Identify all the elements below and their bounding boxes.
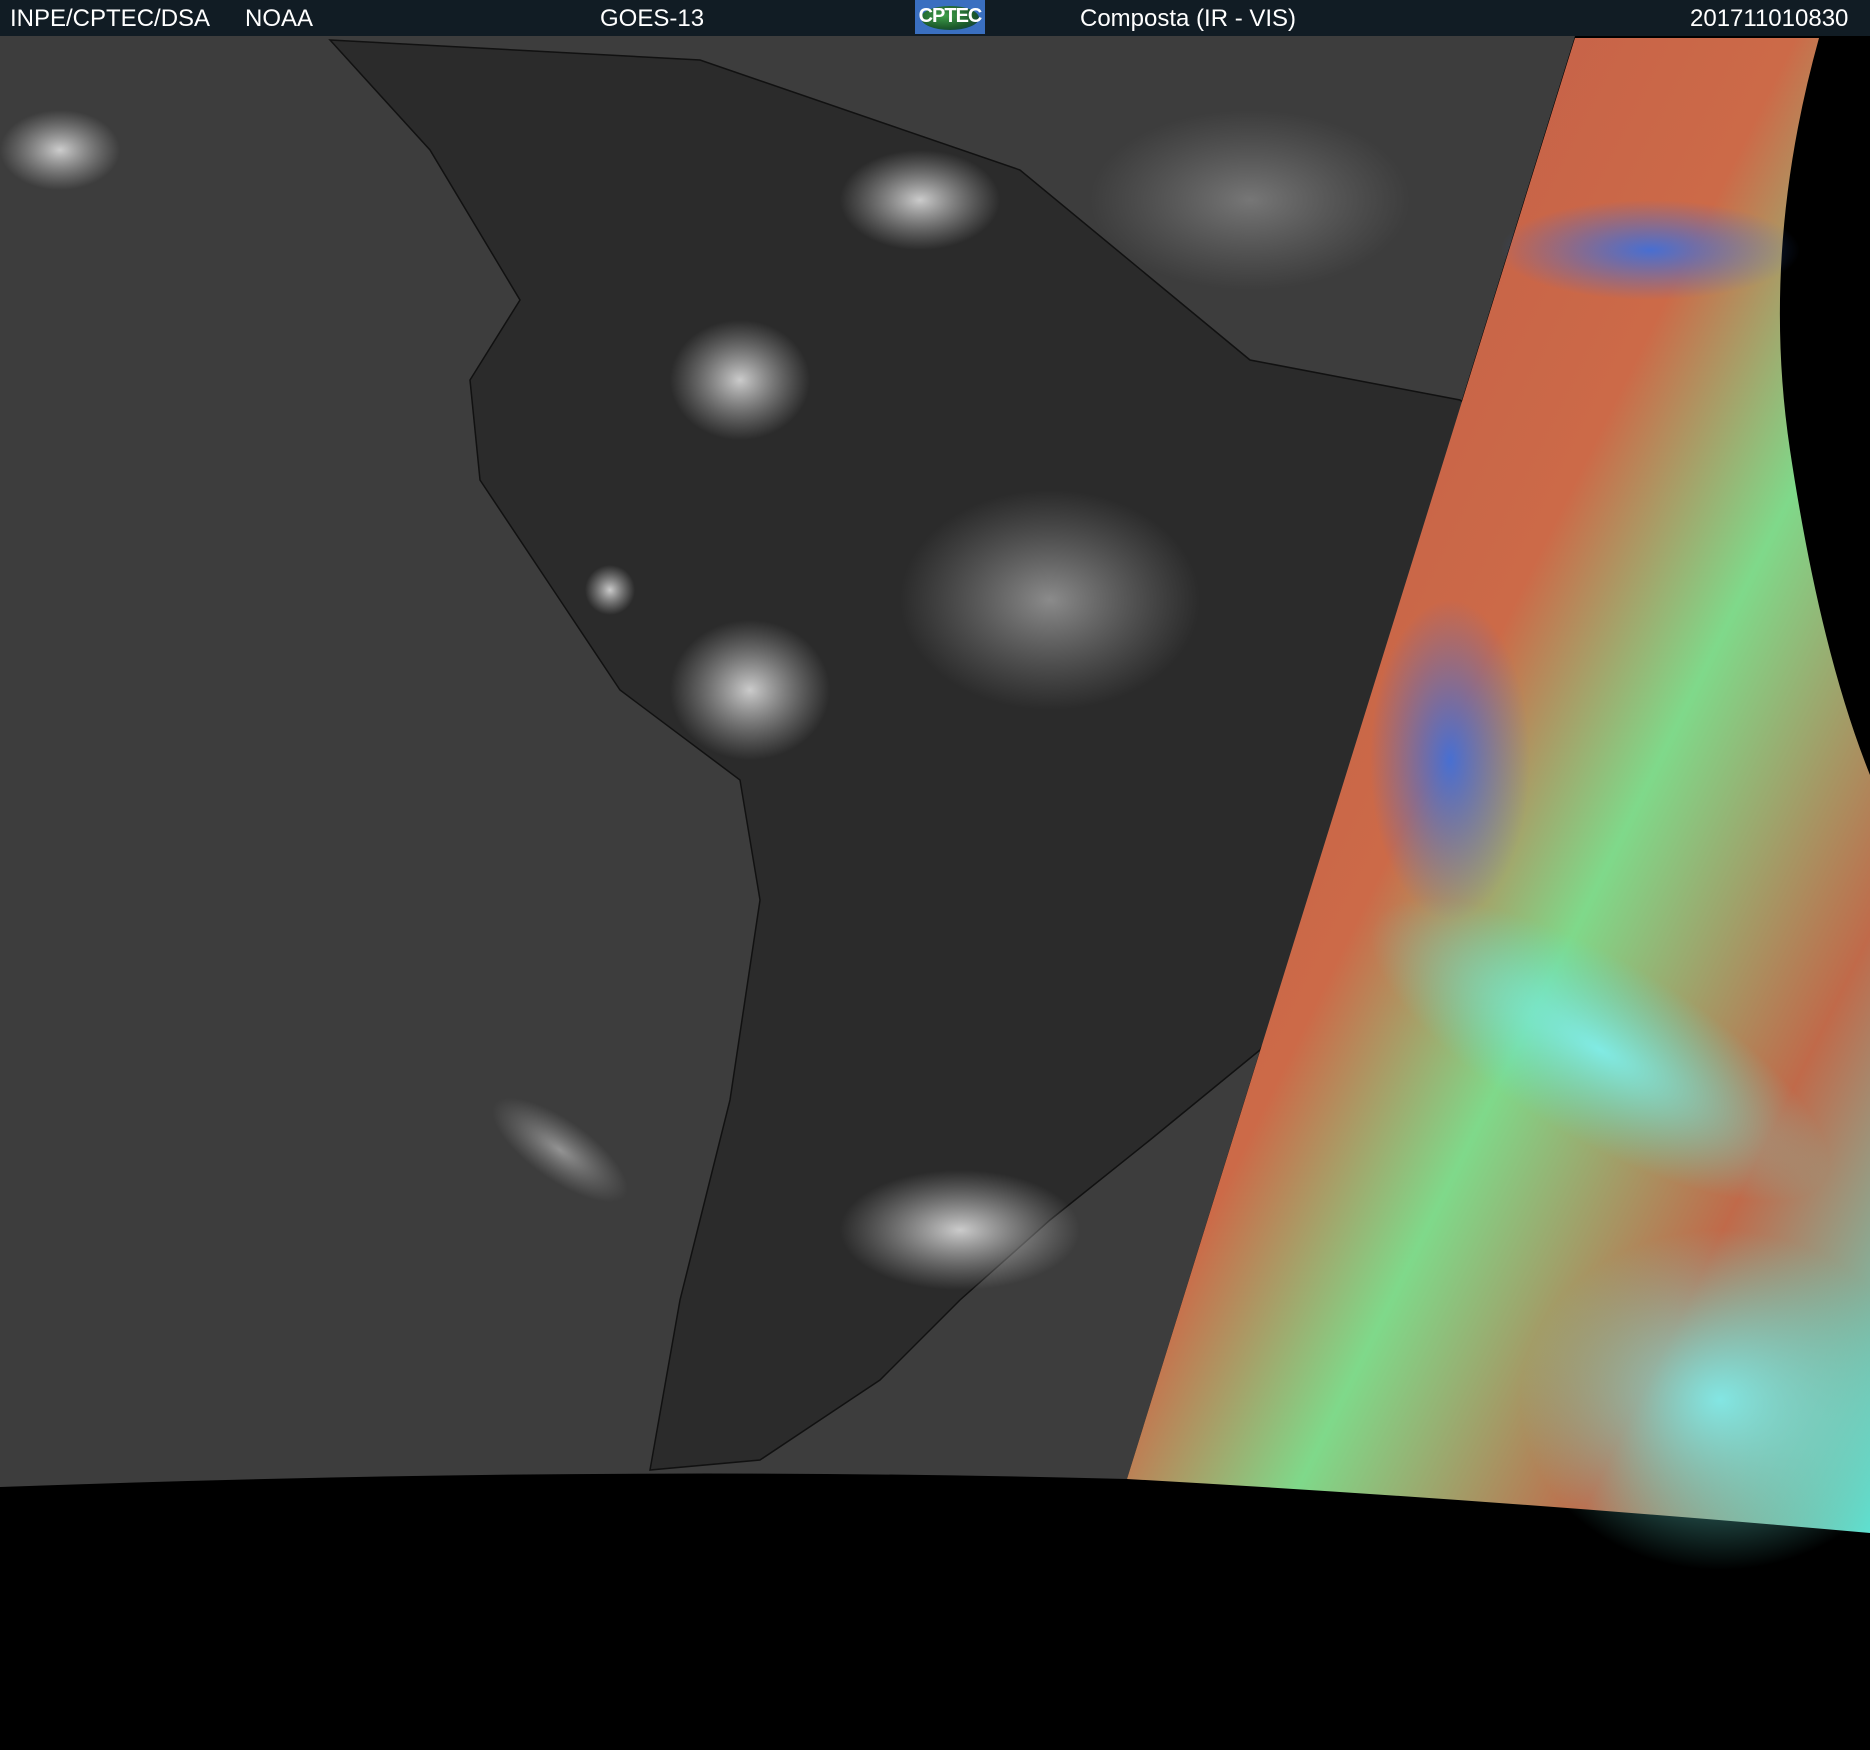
agency-label: NOAA [245, 5, 314, 32]
satellite-image [0, 36, 1870, 1750]
product-label: Composta (IR - VIS) [1080, 5, 1297, 32]
satellite-label: GOES-13 [600, 5, 705, 32]
institution-label: INPE/CPTEC/DSA [10, 5, 211, 32]
timestamp-label: 201711010830 [1690, 5, 1849, 32]
header-bar: INPE/CPTEC/DSA NOAA GOES-13 CPTEC Compos… [0, 0, 1870, 36]
cptec-logo: CPTEC [915, 0, 985, 34]
